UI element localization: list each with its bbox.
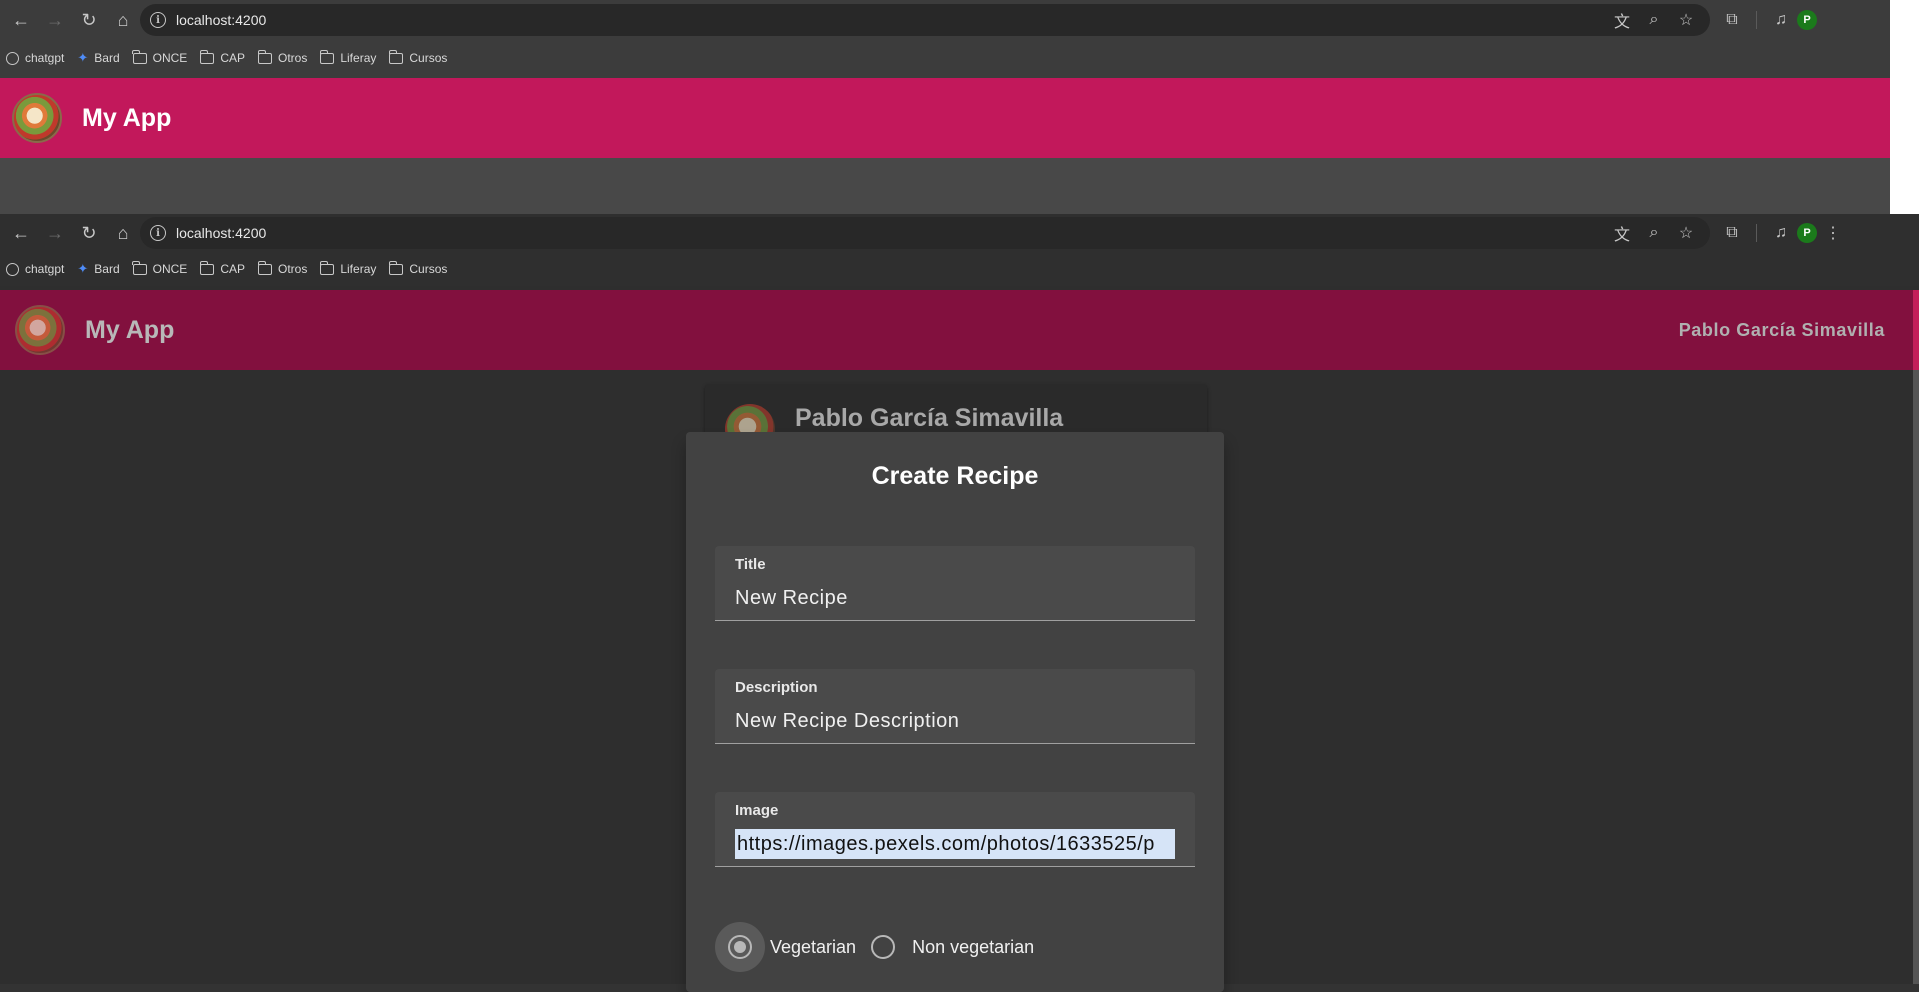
non-vegetarian-label[interactable]: Non vegetarian bbox=[912, 937, 1034, 958]
bard-icon: ✦ bbox=[77, 261, 89, 276]
scrollbar-track[interactable] bbox=[1913, 370, 1919, 984]
profile-name: Pablo García Simavilla bbox=[795, 404, 1064, 432]
forward-arrow-icon[interactable]: → bbox=[38, 219, 72, 247]
bookmark-folder-cursos[interactable]: Cursos bbox=[388, 260, 447, 276]
bard-icon: ✦ bbox=[77, 50, 89, 65]
home-icon[interactable]: ⌂ bbox=[106, 219, 140, 247]
bookmark-folder-once[interactable]: ONCE bbox=[132, 49, 187, 65]
radio-unchecked-icon bbox=[871, 935, 896, 959]
back-browser-window: ← → ↻ ⌂ i localhost:4200 文 ⌕ ☆ ⧉ ♫ P cha… bbox=[0, 0, 1919, 214]
home-icon[interactable]: ⌂ bbox=[106, 6, 140, 34]
profile-avatar[interactable]: P bbox=[1797, 223, 1817, 243]
bookmark-folder-liferay[interactable]: Liferay bbox=[319, 49, 376, 65]
description-field-label: Description bbox=[735, 679, 818, 696]
bookmark-star-icon[interactable]: ☆ bbox=[1670, 6, 1702, 34]
translate-icon[interactable]: 文 bbox=[1606, 6, 1638, 34]
address-url[interactable]: localhost:4200 bbox=[176, 12, 1606, 28]
bookmark-bard[interactable]: ✦ Bard bbox=[77, 261, 119, 277]
vegetarian-radio-group: Vegetarian Non vegetarian bbox=[715, 922, 1034, 972]
folder-icon bbox=[257, 49, 272, 64]
media-control-icon[interactable]: ♫ bbox=[1765, 219, 1797, 247]
back-arrow-icon[interactable]: ← bbox=[4, 6, 38, 34]
bookmark-chatgpt[interactable]: chatgpt bbox=[6, 262, 64, 276]
bookmark-folder-cap[interactable]: CAP bbox=[199, 49, 245, 65]
app-logo bbox=[15, 305, 65, 355]
extensions-icon[interactable]: ⧉ bbox=[1716, 6, 1748, 34]
folder-icon bbox=[132, 49, 147, 64]
chatgpt-icon bbox=[6, 51, 19, 65]
folder-icon bbox=[257, 260, 272, 275]
folder-icon bbox=[199, 49, 215, 64]
folder-icon bbox=[319, 49, 335, 64]
address-bar[interactable]: i localhost:4200 文 ⌕ ☆ bbox=[140, 4, 1710, 36]
browser-nav-bar: ← → ↻ ⌂ i localhost:4200 文 ⌕ ☆ ⧉ ♫ P ⋮ bbox=[0, 214, 1919, 252]
dialog-title: Create Recipe bbox=[871, 462, 1039, 490]
page-background bbox=[0, 158, 1890, 214]
bookmark-folder-otros[interactable]: Otros bbox=[257, 49, 307, 65]
app-toolbar: My App bbox=[0, 78, 1890, 158]
folder-icon bbox=[319, 260, 335, 275]
description-input[interactable] bbox=[735, 706, 1175, 736]
image-input[interactable]: https://images.pexels.com/photos/1633525… bbox=[735, 829, 1175, 859]
app-title: My App bbox=[82, 103, 172, 132]
profile-avatar[interactable]: P bbox=[1797, 10, 1817, 30]
title-field-label: Title bbox=[735, 556, 766, 573]
bookmark-chatgpt[interactable]: chatgpt bbox=[6, 51, 64, 65]
bookmark-folder-cursos[interactable]: Cursos bbox=[388, 49, 447, 65]
reload-icon[interactable]: ↻ bbox=[72, 219, 106, 247]
forward-arrow-icon[interactable]: → bbox=[38, 6, 72, 34]
window-edge bbox=[1890, 0, 1919, 214]
zoom-icon[interactable]: ⌕ bbox=[1638, 219, 1670, 247]
bookmark-folder-otros[interactable]: Otros bbox=[257, 260, 307, 276]
extensions-icon[interactable]: ⧉ bbox=[1716, 219, 1748, 247]
bookmark-star-icon[interactable]: ☆ bbox=[1670, 219, 1702, 247]
title-input[interactable] bbox=[735, 583, 1175, 613]
folder-icon bbox=[388, 49, 404, 64]
kebab-menu-icon[interactable]: ⋮ bbox=[1817, 219, 1849, 247]
bookmark-bard[interactable]: ✦ Bard bbox=[77, 50, 119, 66]
user-menu-name[interactable]: Pablo García Simavilla bbox=[1679, 320, 1885, 341]
bookmarks-bar: chatgpt ✦ Bard ONCE CAP Otros Liferay Cur… bbox=[0, 40, 1919, 76]
browser-nav-bar: ← → ↻ ⌂ i localhost:4200 文 ⌕ ☆ ⧉ ♫ P bbox=[0, 0, 1919, 40]
non-vegetarian-radio[interactable] bbox=[858, 922, 908, 972]
chatgpt-icon bbox=[6, 262, 19, 276]
radio-checked-icon bbox=[728, 935, 752, 959]
site-info-icon[interactable]: i bbox=[150, 225, 166, 241]
bookmark-folder-cap[interactable]: CAP bbox=[199, 260, 245, 276]
folder-icon bbox=[199, 260, 215, 275]
vegetarian-label[interactable]: Vegetarian bbox=[770, 937, 856, 958]
toolbar-separator bbox=[1756, 224, 1757, 242]
image-field-label: Image bbox=[735, 802, 779, 819]
media-control-icon[interactable]: ♫ bbox=[1765, 6, 1797, 34]
vegetarian-radio[interactable] bbox=[715, 922, 765, 972]
front-browser-window: ← → ↻ ⌂ i localhost:4200 文 ⌕ ☆ ⧉ ♫ P ⋮ c… bbox=[0, 214, 1919, 992]
zoom-icon[interactable]: ⌕ bbox=[1638, 6, 1670, 34]
bookmarks-bar: chatgpt ✦ Bard ONCE CAP Otros Liferay Cur… bbox=[0, 252, 1919, 286]
app-title: My App bbox=[85, 315, 175, 344]
folder-icon bbox=[388, 260, 404, 275]
site-info-icon[interactable]: i bbox=[150, 12, 166, 28]
title-field[interactable]: Title bbox=[715, 546, 1195, 621]
bookmark-folder-liferay[interactable]: Liferay bbox=[319, 260, 376, 276]
image-field[interactable]: Image https://images.pexels.com/photos/1… bbox=[715, 792, 1195, 867]
toolbar-separator bbox=[1756, 11, 1757, 29]
address-url[interactable]: localhost:4200 bbox=[176, 225, 1606, 241]
translate-icon[interactable]: 文 bbox=[1606, 219, 1638, 247]
back-arrow-icon[interactable]: ← bbox=[4, 219, 38, 247]
folder-icon bbox=[132, 260, 147, 275]
reload-icon[interactable]: ↻ bbox=[72, 6, 106, 34]
description-field[interactable]: Description bbox=[715, 669, 1195, 744]
create-recipe-dialog: Create Recipe Title Description Image ht… bbox=[686, 432, 1224, 992]
app-logo bbox=[12, 93, 62, 143]
bookmark-folder-once[interactable]: ONCE bbox=[132, 260, 187, 276]
address-bar[interactable]: i localhost:4200 文 ⌕ ☆ bbox=[140, 217, 1710, 249]
app-toolbar: My App Pablo García Simavilla bbox=[0, 290, 1919, 370]
